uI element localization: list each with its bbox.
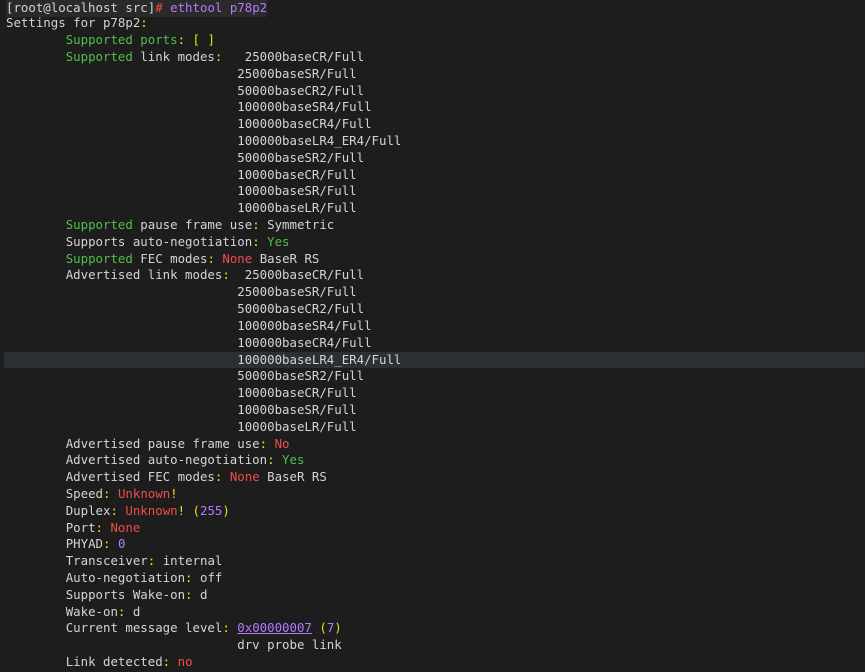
advertised-link-mode-line: 100000baseLR4_ER4/Full bbox=[6, 352, 401, 369]
supported-link-mode: 10000baseSR/Full bbox=[237, 183, 357, 199]
advertised-link-modes-line: Advertised link modes: 25000baseCR/Full bbox=[65, 267, 365, 283]
advertised-link-mode: 25000baseCR/Full bbox=[244, 267, 365, 283]
terminal-window[interactable]: [root@localhost src]# ethtool p78p2 Sett… bbox=[0, 0, 865, 672]
transceiver-line: Transceiver: internal bbox=[65, 553, 223, 569]
advertised-fec-line: Advertised FEC modes: None BaseR RS bbox=[65, 469, 327, 485]
link-detected-line: Link detected: no bbox=[65, 654, 193, 669]
supported-link-mode: 100000baseLR4_ER4/Full bbox=[237, 132, 402, 148]
advertised-link-mode-line: 10000baseSR/Full bbox=[6, 402, 357, 419]
supported-link-mode-line: 50000baseCR2/Full bbox=[6, 83, 364, 100]
supported-link-mode-line: 10000baseLR/Full bbox=[6, 200, 357, 217]
advertised-link-mode-line: 100000baseCR4/Full bbox=[6, 334, 372, 352]
supported-link-mode: 25000baseCR/Full bbox=[244, 48, 365, 64]
supported-link-mode: 50000baseSR2/Full bbox=[237, 149, 365, 165]
port-line: Port: None bbox=[65, 519, 141, 535]
advertised-link-mode-line: 10000baseLR/Full bbox=[6, 418, 357, 436]
supported-link-modes-line: Supported link modes: 25000baseCR/Full bbox=[65, 48, 365, 64]
supported-link-mode-line: 100000baseCR4/Full bbox=[6, 116, 372, 133]
advertised-pause-line: Advertised pause frame use: No bbox=[65, 435, 290, 451]
supported-link-mode-line: 10000baseSR/Full bbox=[6, 183, 357, 200]
advertised-link-mode: 10000baseLR/Full bbox=[237, 418, 357, 434]
message-level-flags-line: drv probe link bbox=[237, 637, 342, 653]
advertised-link-mode: 10000baseSR/Full bbox=[237, 402, 357, 417]
advertised-link-mode: 10000baseCR/Full bbox=[237, 385, 357, 401]
speed-line: Speed: Unknown! bbox=[65, 486, 178, 501]
message-level-hex-link[interactable]: 0x00000007 bbox=[237, 620, 312, 635]
advertised-link-mode: 100000baseCR4/Full bbox=[237, 334, 372, 350]
advertised-autoneg-line: Advertised auto-negotiation: Yes bbox=[65, 452, 305, 468]
supports-wake-on-line: Supports Wake-on: d bbox=[65, 586, 208, 602]
supported-link-mode: 25000baseSR/Full bbox=[237, 65, 357, 81]
advertised-link-mode-line: 25000baseSR/Full bbox=[6, 284, 357, 301]
advertised-link-mode-line: 10000baseCR/Full bbox=[6, 385, 357, 402]
supported-link-mode-line: 10000baseCR/Full bbox=[6, 166, 357, 184]
advertised-link-mode: 50000baseCR2/Full bbox=[237, 300, 365, 316]
supported-ports-line: Supported ports: [ ] bbox=[65, 32, 215, 48]
supported-link-mode-line: 100000baseSR4/Full bbox=[6, 99, 372, 116]
prompt-symbol: # bbox=[155, 0, 163, 15]
advertised-link-mode: 25000baseSR/Full bbox=[237, 284, 357, 300]
advertised-link-mode-line: 50000baseSR2/Full bbox=[6, 368, 364, 385]
advertised-link-mode-line: 100000baseSR4/Full bbox=[6, 317, 372, 335]
wake-on-line: Wake-on: d bbox=[65, 603, 141, 619]
supported-pause-line: Supported pause frame use: Symmetric bbox=[65, 216, 335, 232]
phyad-line: PHYAD: 0 bbox=[65, 536, 126, 552]
advertised-link-mode: 100000baseLR4_ER4/Full bbox=[237, 351, 402, 367]
prompt-user-host: [root@localhost src] bbox=[6, 0, 156, 15]
supported-link-mode: 10000baseLR/Full bbox=[237, 200, 357, 216]
prompt-command: ethtool p78p2 bbox=[170, 0, 268, 15]
autoneg-line: Auto-negotiation: off bbox=[65, 570, 223, 585]
duplex-line: Duplex: Unknown! (255) bbox=[65, 502, 230, 518]
supported-link-mode: 100000baseSR4/Full bbox=[237, 99, 372, 115]
supported-link-mode-line: 25000baseSR/Full bbox=[6, 65, 357, 83]
message-level-line: Current message level: 0x00000007 (7) bbox=[65, 620, 342, 636]
settings-header: Settings for p78p2: bbox=[6, 15, 148, 31]
advertised-link-mode: 100000baseSR4/Full bbox=[237, 317, 372, 333]
supported-link-mode-line: 100000baseLR4_ER4/Full bbox=[6, 133, 401, 150]
supports-autoneg-line: Supports auto-negotiation: Yes bbox=[65, 233, 290, 249]
advertised-link-mode: 50000baseSR2/Full bbox=[237, 368, 365, 384]
supported-link-mode: 10000baseCR/Full bbox=[237, 166, 357, 182]
supported-link-mode-line: 50000baseSR2/Full bbox=[6, 150, 364, 167]
command-prompt-line: [root@localhost src]# ethtool p78p2 bbox=[6, 0, 268, 17]
supported-fec-line: Supported FEC modes: None BaseR RS bbox=[65, 250, 320, 266]
supported-link-mode: 50000baseCR2/Full bbox=[237, 82, 365, 98]
supported-link-mode: 100000baseCR4/Full bbox=[237, 116, 372, 132]
advertised-link-mode-line: 50000baseCR2/Full bbox=[6, 301, 364, 318]
